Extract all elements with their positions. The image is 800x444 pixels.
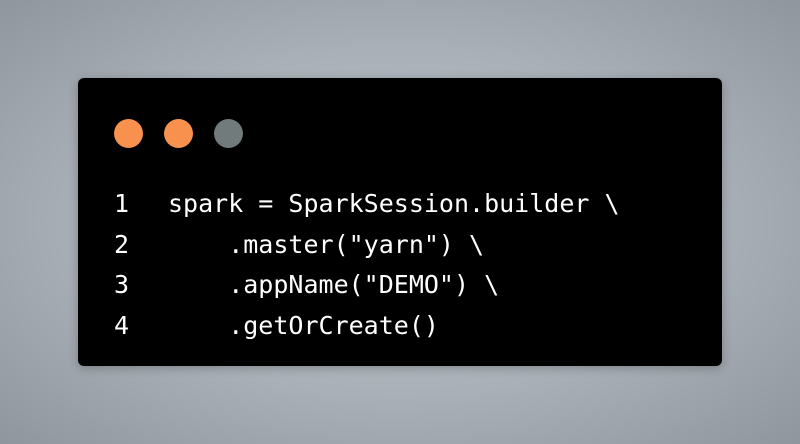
line-number: 2 <box>114 229 130 259</box>
line-number: 1 <box>114 189 130 218</box>
code-line: 1 spark = SparkSession.builder \ <box>114 184 620 225</box>
code-text: spark = SparkSession.builder \ <box>168 189 620 218</box>
close-dot-icon <box>114 119 143 148</box>
line-number: 3 <box>114 270 130 299</box>
code-line: 4 .getOrCreate() <box>114 306 620 347</box>
code-text: .master("yarn") \ <box>168 229 485 259</box>
window-controls <box>114 119 243 148</box>
code-window: 1 spark = SparkSession.builder \ 2 .mast… <box>78 78 722 366</box>
code-text: .getOrCreate() <box>168 310 439 340</box>
minimize-dot-icon <box>164 119 193 148</box>
code-line: 3 .appName("DEMO") \ <box>114 265 620 306</box>
code-line: 2 .master("yarn") \ <box>114 225 620 266</box>
maximize-dot-icon <box>214 119 243 148</box>
code-text: .appName("DEMO") \ <box>168 270 500 299</box>
line-number: 4 <box>114 310 130 340</box>
code-block: 1 spark = SparkSession.builder \ 2 .mast… <box>114 184 620 346</box>
